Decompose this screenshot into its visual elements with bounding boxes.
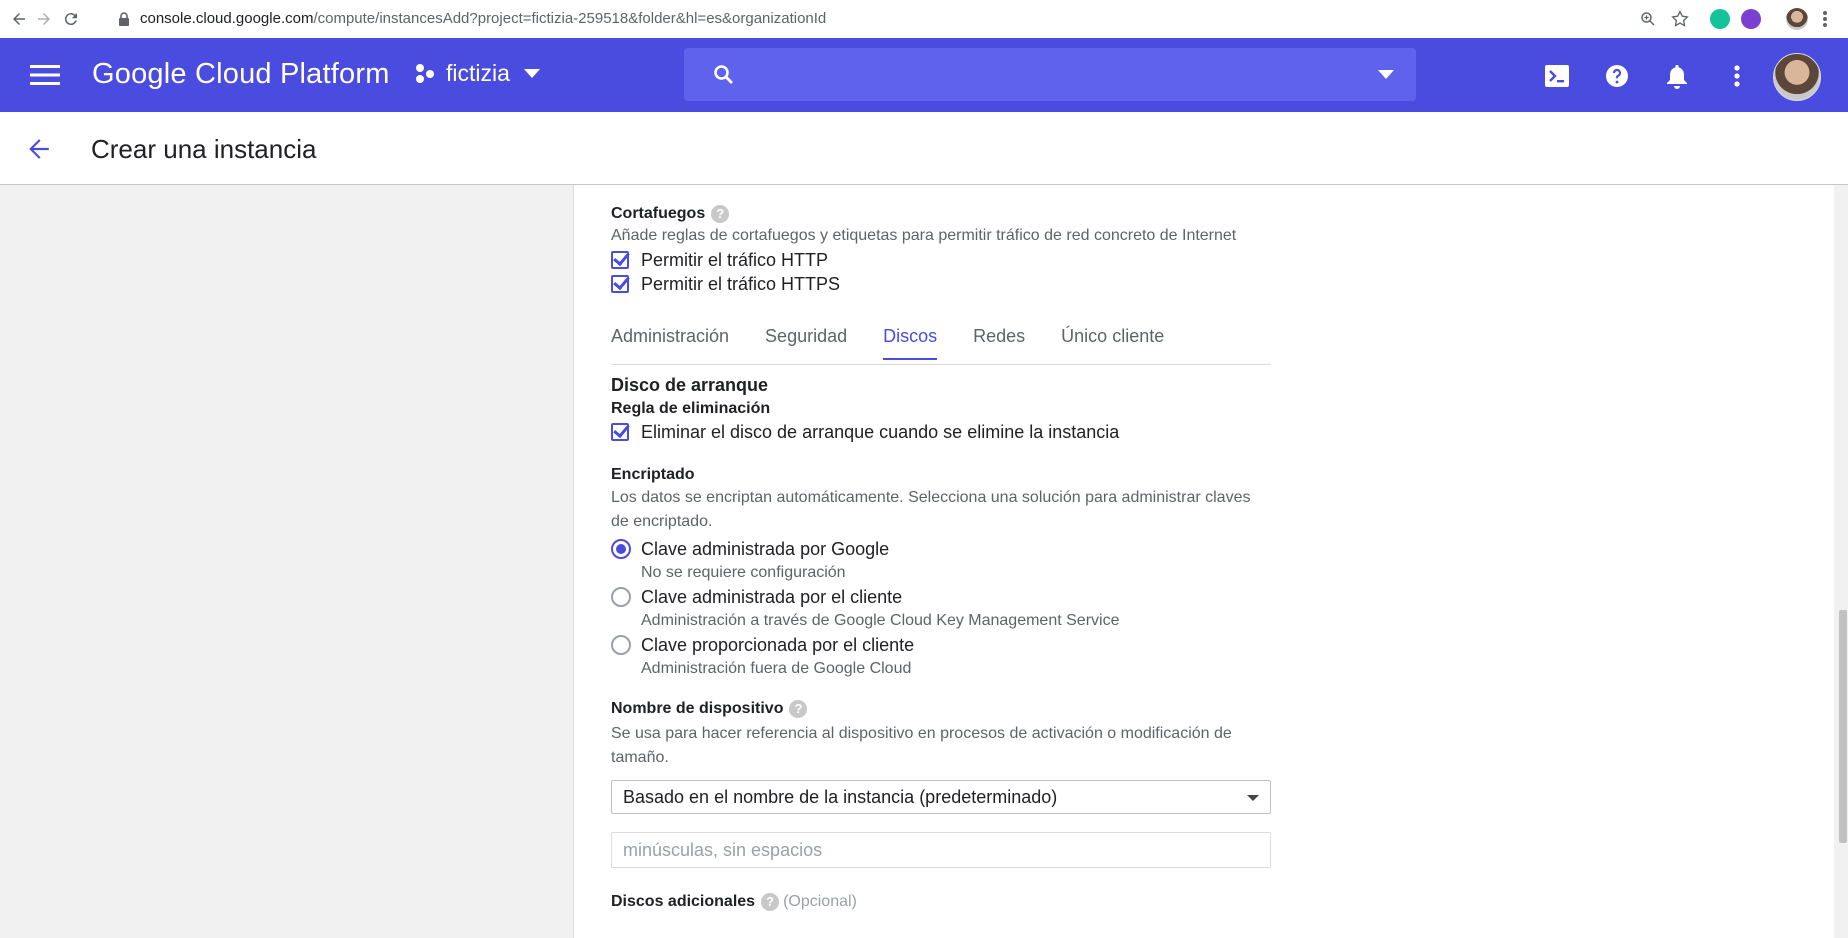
back-arrow-icon (13, 13, 25, 25)
browser-profile-avatar[interactable] (1786, 8, 1808, 30)
cloud-shell-icon (1545, 65, 1569, 87)
grammarly-extension-icon[interactable] (1710, 9, 1730, 29)
reload-icon (64, 13, 77, 26)
url-host: console.cloud.google.com (140, 10, 314, 27)
allow-http-label: Permitir el tráfico HTTP (641, 249, 829, 270)
optional-label: (Opcional) (783, 893, 857, 911)
additional-disks-title-text: Discos adicionales (611, 893, 756, 911)
allow-https-checkbox[interactable] (611, 275, 629, 294)
tab-discos[interactable]: Discos (883, 322, 938, 361)
encryption-description: Los datos se encriptan automáticamente. … (611, 489, 1251, 531)
project-selector[interactable]: fictizia (414, 60, 540, 87)
url-text: console.cloud.google.com/compute/instanc… (140, 10, 826, 27)
customer-managed-key-radio[interactable] (611, 587, 631, 608)
tab-redes[interactable]: Redes (973, 322, 1025, 359)
delete-boot-disk-label: Eliminar el disco de arranque cuando se … (641, 421, 1120, 442)
settings-tabs: Administración Seguridad Discos Redes Ún… (611, 322, 1271, 366)
page-title-bar: Crear una instancia (0, 112, 1848, 185)
app-header: Google Cloud Platform fictizia (0, 38, 1848, 112)
google-managed-key-option[interactable]: Clave administrada por Google (611, 537, 1271, 561)
customer-managed-key-label: Clave administrada por el cliente (641, 586, 903, 607)
more-options-button[interactable] (1722, 61, 1752, 91)
firewall-description: Añade reglas de cortafuegos y etiquetas … (611, 227, 1237, 245)
cloud-shell-button[interactable] (1542, 61, 1572, 91)
help-icon[interactable]: ? (711, 205, 730, 223)
customer-managed-key-option[interactable]: Clave administrada por el cliente (611, 585, 1271, 609)
device-name-input[interactable] (611, 832, 1271, 869)
more-vert-icon (1734, 65, 1740, 87)
project-name: fictizia (446, 60, 510, 86)
firewall-title: Cortafuegos? (611, 205, 1271, 223)
device-name-title: Nombre de dispositivo? (611, 700, 1271, 722)
customer-supplied-key-label: Clave proporcionada por el cliente (641, 634, 915, 655)
help-icon (1606, 65, 1628, 87)
notifications-button[interactable] (1662, 61, 1692, 91)
form-panel: Cortafuegos? Añade reglas de cortafuegos… (573, 185, 1834, 938)
device-name-title-text: Nombre de dispositivo (611, 700, 784, 718)
browser-reload-button[interactable] (60, 8, 82, 30)
extension-check-icon[interactable] (1741, 9, 1761, 29)
deletion-rule-title: Regla de eliminación (611, 400, 771, 418)
browser-back-button[interactable] (8, 8, 30, 30)
encryption-title: Encriptado (611, 466, 695, 484)
firewall-section: Cortafuegos? Añade reglas de cortafuegos… (611, 205, 1271, 296)
page-title: Crear una instancia (91, 134, 317, 164)
boot-disk-title: Disco de arranque (611, 375, 769, 396)
chevron-down-icon (1247, 795, 1259, 802)
allow-https-checkbox-row[interactable]: Permitir el tráfico HTTPS (611, 272, 1271, 296)
form-content: Cortafuegos? Añade reglas de cortafuegos… (611, 185, 1271, 912)
help-button[interactable] (1602, 61, 1632, 91)
device-name-select-value: Basado en el nombre de la instancia (pre… (623, 787, 1058, 808)
browser-toolbar: console.cloud.google.com/compute/instanc… (0, 0, 1848, 39)
search-input[interactable] (748, 58, 1332, 92)
google-managed-key-label: Clave administrada por Google (641, 538, 890, 559)
google-managed-key-radio[interactable] (611, 539, 631, 560)
search-bar[interactable] (684, 48, 1416, 101)
project-dots-icon (416, 63, 434, 83)
account-avatar[interactable] (1773, 53, 1821, 101)
forward-arrow-icon (38, 13, 50, 25)
customer-managed-key-sub: Administración a través de Google Cloud … (641, 612, 1120, 630)
delete-boot-disk-checkbox[interactable] (611, 423, 629, 442)
tab-unico-cliente[interactable]: Único cliente (1061, 322, 1164, 359)
allow-https-label: Permitir el tráfico HTTPS (641, 273, 841, 294)
allow-http-checkbox-row[interactable]: Permitir el tráfico HTTP (611, 248, 1271, 272)
help-icon[interactable]: ? (789, 700, 808, 719)
tab-seguridad[interactable]: Seguridad (765, 322, 847, 359)
customer-supplied-key-radio[interactable] (611, 635, 631, 656)
boot-disk-section: Disco de arranque Regla de eliminación E… (611, 375, 1271, 444)
device-name-section: Nombre de dispositivo? Se usa para hacer… (611, 700, 1271, 869)
help-icon[interactable]: ? (761, 893, 780, 912)
search-dropdown-icon[interactable] (1378, 70, 1394, 80)
device-name-select[interactable]: Basado en el nombre de la instancia (pre… (611, 780, 1271, 815)
tab-administracion[interactable]: Administración (611, 322, 729, 359)
additional-disks-title: Discos adicionales? (Opcional) (611, 893, 1271, 912)
additional-disks-section: Discos adicionales? (Opcional) (611, 893, 1271, 912)
search-icon (714, 65, 733, 84)
customer-supplied-key-sub: Administración fuera de Google Cloud (641, 660, 912, 678)
bell-icon (1667, 65, 1687, 89)
customer-supplied-key-option[interactable]: Clave proporcionada por el cliente (611, 633, 1271, 657)
zoom-icon[interactable] (1639, 10, 1657, 28)
chevron-down-icon (523, 68, 540, 78)
device-name-description: Se usa para hacer referencia al disposit… (611, 725, 1232, 767)
delete-boot-disk-row[interactable]: Eliminar el disco de arranque cuando se … (611, 420, 1271, 444)
firewall-title-text: Cortafuegos (611, 205, 706, 223)
encryption-section: Encriptado Los datos se encriptan automá… (611, 466, 1271, 681)
page-scrollbar[interactable] (1838, 185, 1848, 938)
browser-menu-icon[interactable] (1822, 9, 1828, 29)
bookmark-star-icon[interactable] (1670, 9, 1690, 29)
arrow-left-icon[interactable] (26, 136, 52, 162)
scrollbar-thumb[interactable] (1839, 610, 1847, 843)
encryption-options: Clave administrada por Google No se requ… (611, 537, 1271, 681)
hamburger-icon[interactable] (30, 63, 60, 87)
allow-http-checkbox[interactable] (611, 251, 629, 270)
lock-icon (119, 12, 129, 26)
google-managed-key-sub: No se requiere configuración (641, 564, 846, 582)
brand-title[interactable]: Google Cloud Platform (92, 58, 390, 91)
browser-forward-button[interactable] (33, 8, 55, 30)
url-path: /compute/instancesAdd?project=fictizia-2… (313, 10, 827, 27)
